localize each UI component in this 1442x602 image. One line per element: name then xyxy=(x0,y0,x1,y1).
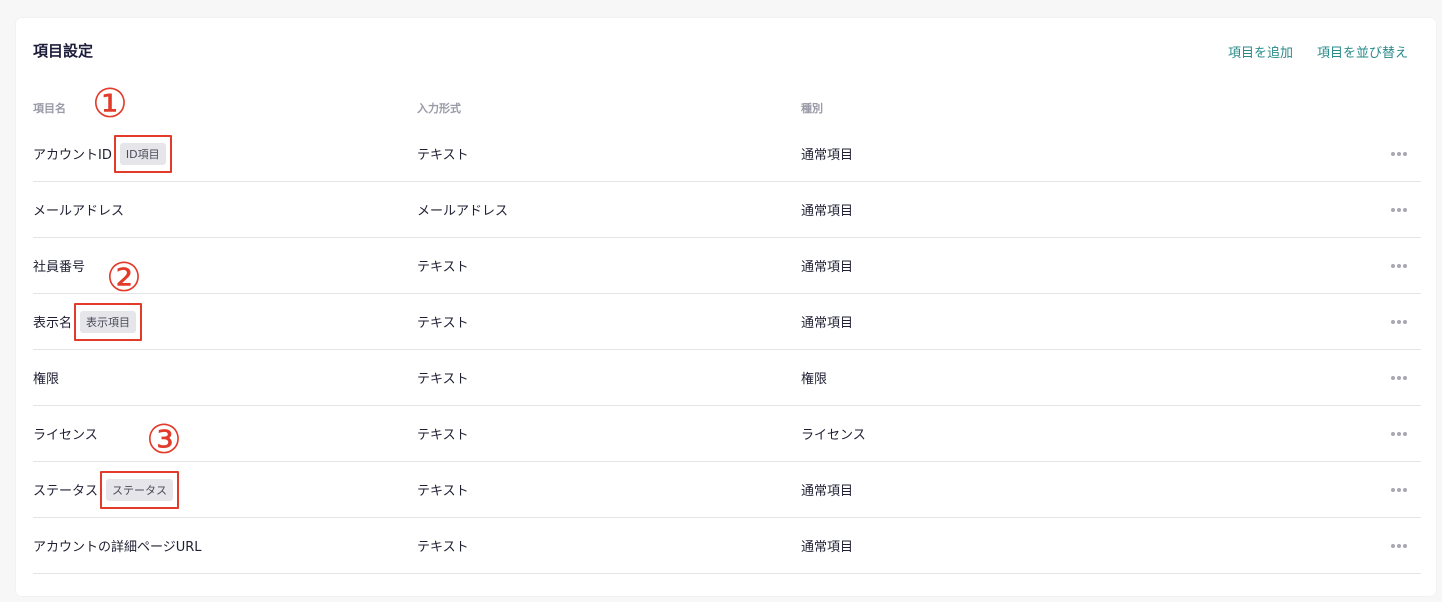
table-row: アカウントID ID項目 テキスト 通常項目 xyxy=(33,126,1421,182)
item-settings-card: 項目設定 項目を追加 項目を並び替え 項目名 入力形式 種別 アカウントID I… xyxy=(16,18,1436,596)
column-header-input-type: 入力形式 xyxy=(417,102,461,115)
item-input-type: テキスト xyxy=(417,372,469,387)
add-item-link[interactable]: 項目を追加 xyxy=(1228,42,1293,61)
item-input-type: テキスト xyxy=(417,148,469,163)
item-kind: 通常項目 xyxy=(801,540,854,555)
more-options-icon[interactable] xyxy=(1391,543,1407,548)
item-name: ライセンス xyxy=(33,428,98,443)
table-row: 社員番号 テキスト 通常項目 xyxy=(33,238,1421,294)
table-row: ステータス ステータス テキスト 通常項目 xyxy=(33,462,1421,518)
more-options-icon[interactable] xyxy=(1391,207,1407,212)
column-header-name: 項目名 xyxy=(33,102,66,115)
item-name: メールアドレス xyxy=(33,204,125,219)
table-header: 項目名 入力形式 種別 xyxy=(33,90,1421,126)
item-kind: ライセンス xyxy=(801,428,866,443)
item-name: アカウントID xyxy=(33,148,112,163)
item-input-type: テキスト xyxy=(417,260,469,275)
more-options-icon[interactable] xyxy=(1391,151,1407,156)
item-kind: 権限 xyxy=(801,372,828,387)
table-row: 表示名 表示項目 テキスト 通常項目 xyxy=(33,294,1421,350)
display-item-badge: 表示項目 xyxy=(74,302,143,341)
item-name: 表示名 xyxy=(33,316,73,331)
item-input-type: メールアドレス xyxy=(417,204,509,219)
more-options-icon[interactable] xyxy=(1391,375,1407,380)
card-actions: 項目を追加 項目を並び替え xyxy=(1228,42,1408,61)
item-kind: 通常項目 xyxy=(801,204,854,219)
item-kind: 通常項目 xyxy=(801,316,854,331)
item-kind: 通常項目 xyxy=(801,260,854,275)
item-input-type: テキスト xyxy=(417,484,469,499)
more-options-icon[interactable] xyxy=(1391,431,1407,436)
item-input-type: テキスト xyxy=(417,428,469,443)
table-row: アカウントの詳細ページURL テキスト 通常項目 xyxy=(33,518,1421,574)
more-options-icon[interactable] xyxy=(1391,487,1407,492)
status-badge: ステータス xyxy=(100,470,180,509)
item-input-type: テキスト xyxy=(417,540,469,555)
item-name: ステータス xyxy=(33,484,99,499)
sort-items-link[interactable]: 項目を並び替え xyxy=(1317,42,1408,61)
item-input-type: テキスト xyxy=(417,316,469,331)
more-options-icon[interactable] xyxy=(1391,319,1407,324)
page-title: 項目設定 xyxy=(33,42,94,60)
table-row: メールアドレス メールアドレス 通常項目 xyxy=(33,182,1421,238)
item-kind: 通常項目 xyxy=(801,484,854,499)
item-kind: 通常項目 xyxy=(801,148,854,163)
column-header-kind: 種別 xyxy=(801,102,823,115)
id-item-badge: ID項目 xyxy=(113,134,172,173)
items-table: 項目名 入力形式 種別 アカウントID ID項目 テキスト 通常項目 メールアド… xyxy=(33,90,1421,574)
item-name: 社員番号 xyxy=(33,260,86,275)
table-row: 権限 テキスト 権限 xyxy=(33,350,1421,406)
more-options-icon[interactable] xyxy=(1391,263,1407,268)
annotation-marker-1: ① xyxy=(92,81,128,127)
table-row: ライセンス テキスト ライセンス xyxy=(33,406,1421,462)
annotation-marker-2: ② xyxy=(106,255,142,301)
item-name: 権限 xyxy=(33,372,60,387)
item-name: アカウントの詳細ページURL xyxy=(33,540,202,555)
annotation-marker-3: ③ xyxy=(146,417,182,463)
